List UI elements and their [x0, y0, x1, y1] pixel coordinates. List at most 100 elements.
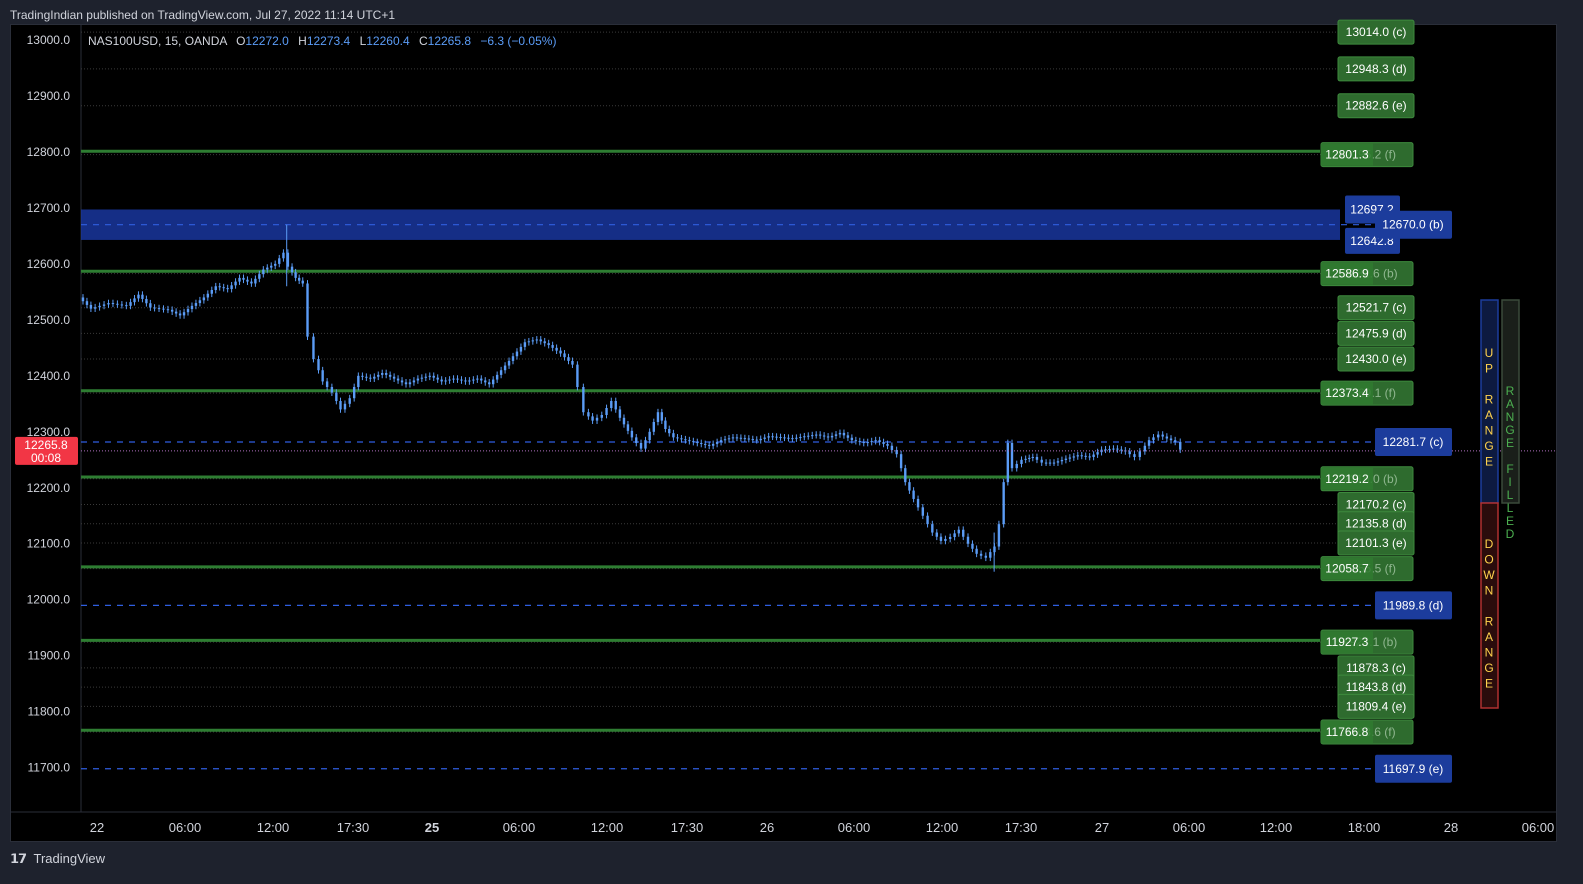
candle-body: [246, 279, 249, 282]
candle-body: [452, 378, 455, 380]
range-filled-letter: F: [1506, 462, 1513, 476]
y-tick-label: 12500.0: [27, 313, 71, 327]
candle-body: [727, 438, 731, 440]
range-filled-letter: I: [1508, 475, 1511, 489]
candle-body: [921, 507, 925, 516]
candle-body: [587, 412, 590, 417]
y-tick-label: 12200.0: [27, 481, 71, 495]
tradingview-logo-icon[interactable]: 𝟭𝟳: [10, 851, 27, 866]
candle-body: [731, 437, 735, 439]
candle-body: [218, 286, 221, 288]
candle-body: [234, 281, 237, 286]
candle-body: [102, 304, 106, 306]
up-range-letter: G: [1484, 439, 1493, 453]
level-label-text: 12948.3 (d): [1345, 62, 1406, 76]
candle-body: [807, 435, 810, 437]
candle-body: [854, 440, 858, 442]
level-label-text: 12135.8 (d): [1345, 517, 1406, 531]
candle-body: [400, 380, 404, 383]
range-filled-letter: D: [1506, 527, 1515, 541]
candle-body: [424, 376, 428, 378]
candle-body: [85, 301, 89, 305]
candle-body: [222, 287, 225, 289]
candle-body: [755, 439, 758, 441]
candle-body: [878, 440, 881, 443]
candle-body: [763, 437, 766, 439]
candle-body: [116, 303, 119, 305]
price-chart[interactable]: 13000.0 12900.0 12800.0 12700.0 12600.0 12500…: [0, 0, 1583, 884]
x-tick-label: 06:00: [503, 820, 536, 835]
candle-body: [107, 303, 110, 305]
candle-body: [352, 387, 356, 399]
candle-body: [266, 267, 269, 270]
footer-brand[interactable]: TradingView: [33, 851, 105, 866]
candle-body: [882, 442, 885, 444]
candle-body: [535, 339, 538, 341]
y-tick-label: 11800.0: [28, 705, 71, 719]
candle-body: [547, 343, 550, 346]
candle-body: [559, 350, 562, 354]
candle-body: [1028, 457, 1031, 459]
candle-body: [1179, 441, 1182, 450]
level-price-text: 12058.7: [1325, 562, 1369, 576]
candle-body: [440, 379, 443, 382]
candle-body: [404, 382, 408, 385]
y-tick-label: 12100.0: [27, 537, 71, 551]
level-label-text: 11843.8 (d): [1346, 680, 1407, 694]
candle-body: [214, 286, 217, 290]
range-filled-letter: E: [1506, 514, 1514, 528]
candle-body: [1056, 461, 1060, 463]
current-price-value: 12265.8: [24, 438, 68, 452]
x-tick-label: 06:00: [838, 820, 871, 835]
candle-body: [668, 428, 671, 434]
candle-body: [916, 498, 920, 508]
candle-body: [622, 417, 626, 425]
level-label-text: 11878.3 (c): [1346, 661, 1406, 675]
candle-body: [412, 380, 416, 383]
x-tick-label: 17:30: [1005, 820, 1038, 835]
candle-body: [137, 294, 140, 299]
candle-body: [170, 309, 174, 312]
candle-body: [890, 445, 894, 450]
candle-body: [420, 377, 424, 379]
candle-body: [582, 387, 585, 413]
candle-body: [644, 440, 647, 449]
candle-body: [129, 302, 132, 306]
candle-body: [791, 438, 794, 440]
candle-body: [1116, 448, 1119, 450]
candle-body: [1015, 463, 1018, 469]
candle-body: [294, 272, 297, 278]
level-label-text: 12521.7 (c): [1346, 301, 1407, 315]
down-range-letter: R: [1485, 615, 1494, 629]
down-range-letter: N: [1485, 584, 1494, 598]
candle-body: [1084, 455, 1087, 457]
candle-body: [648, 431, 651, 441]
symbol-label[interactable]: NAS100USD, 15, OANDA: [88, 34, 227, 48]
candle-body: [1040, 459, 1043, 463]
candle-body: [567, 357, 570, 361]
candle-body: [850, 437, 854, 441]
candle-body: [555, 347, 558, 351]
candle-body: [610, 401, 613, 409]
candle-body: [614, 401, 617, 410]
candle-body: [157, 308, 161, 310]
candle-body: [149, 303, 152, 308]
dashed-level-label: 12670.0 (b): [1382, 218, 1443, 232]
down-range-letter: D: [1485, 537, 1494, 551]
candle-body: [448, 379, 451, 381]
candle-body: [392, 376, 396, 379]
candle-body: [436, 377, 439, 380]
y-tick-label: 11900.0: [28, 649, 71, 663]
candle-body: [704, 443, 707, 445]
candle-body: [81, 297, 85, 302]
x-tick-label: 22: [90, 820, 104, 835]
candle-body: [491, 379, 495, 385]
y-tick-label: 12400.0: [27, 369, 71, 383]
candle-body: [335, 392, 338, 402]
candle-body: [822, 435, 826, 437]
candle-body: [962, 529, 965, 537]
candle-body: [495, 374, 499, 380]
level-price-text: 12586.9: [1325, 267, 1369, 281]
y-tick-label: 12700.0: [27, 201, 71, 215]
candle-body: [984, 555, 988, 558]
